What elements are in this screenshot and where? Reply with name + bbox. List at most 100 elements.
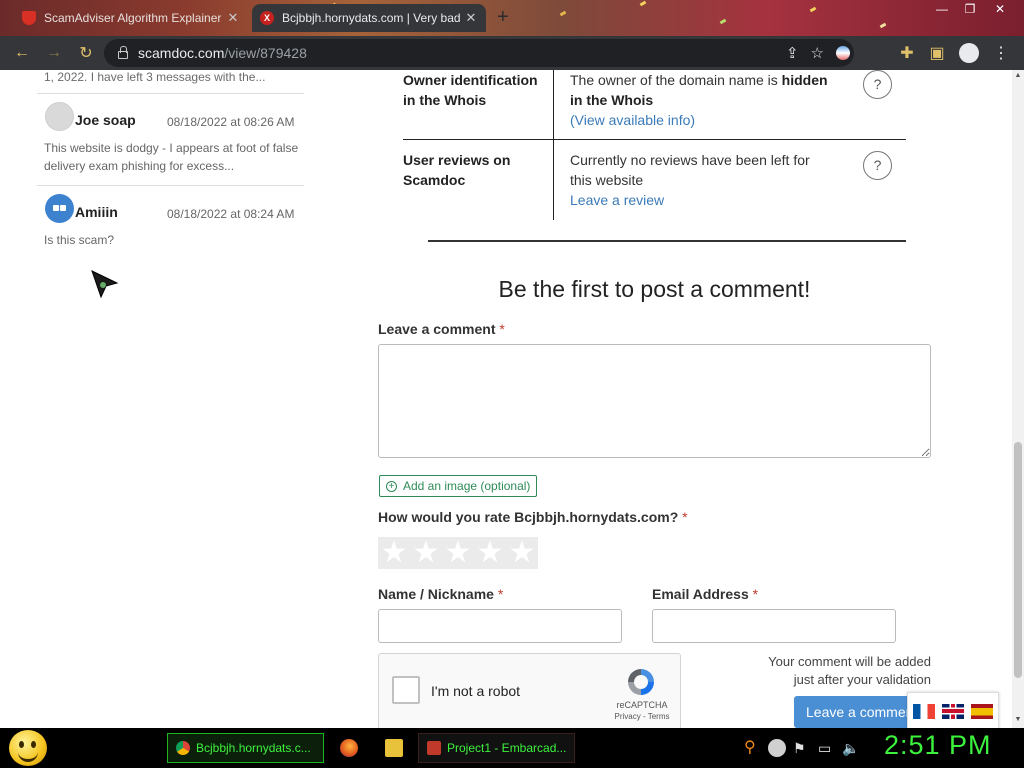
comment-author: Joe soap: [75, 112, 136, 128]
recaptcha-terms-link[interactable]: Privacy - Terms: [609, 712, 675, 721]
kebab-menu-icon[interactable]: ⋮: [986, 36, 1016, 70]
url-path: /view/879428: [224, 45, 307, 61]
robot-avatar-icon: [45, 194, 74, 223]
scrollbar-thumb[interactable]: [1014, 442, 1022, 678]
name-label-text: Name / Nickname: [378, 586, 494, 602]
default-avatar-icon: [45, 102, 74, 131]
back-arrow-icon[interactable]: ←: [6, 37, 38, 69]
email-input[interactable]: [652, 609, 896, 643]
star-icon[interactable]: ★: [413, 538, 440, 568]
recaptcha-widget: I'm not a robot reCAPTCHA Privacy - Term…: [378, 653, 681, 728]
star-icon[interactable]: ★: [509, 538, 536, 568]
comment-author: Amiiin: [75, 204, 118, 220]
tab-scamdoc[interactable]: X Bcjbbjh.hornydats.com | Very bad ✕: [252, 4, 486, 32]
extensions-puzzle-icon[interactable]: ✚: [892, 36, 922, 70]
divider: [37, 185, 304, 186]
row-label: User reviews on Scamdoc: [403, 152, 511, 188]
tab-title: ScamAdviser Algorithm Explainer: [44, 11, 222, 25]
recaptcha-logo-icon: [628, 669, 654, 695]
system-clock[interactable]: 2:51 PM: [884, 730, 992, 761]
email-label: Email Address *: [652, 586, 758, 602]
comment-textarea[interactable]: [378, 344, 931, 458]
reload-icon[interactable]: ↻: [70, 37, 102, 69]
row-value: Currently no reviews have been left for …: [570, 150, 835, 210]
display-icon[interactable]: ▭: [818, 739, 836, 757]
volume-icon[interactable]: 🔈: [842, 739, 860, 757]
page-scrollbar[interactable]: ▲ ▼: [1012, 70, 1024, 728]
help-question-icon[interactable]: ?: [863, 70, 892, 99]
comment-label-text: Leave a comment: [378, 321, 496, 337]
help-question-icon[interactable]: ?: [863, 151, 892, 180]
file-manager-icon[interactable]: [385, 739, 403, 757]
search-icon[interactable]: ⚲: [744, 739, 762, 757]
tab-strip: ScamAdviser Algorithm Explainer ✕ X Bcjb…: [0, 0, 1024, 36]
share-icon[interactable]: ⇪: [786, 44, 799, 62]
validation-note-line: Your comment will be added: [768, 654, 931, 669]
validation-note-line: just after your validation: [793, 672, 931, 687]
network-flag-icon[interactable]: ⚑: [793, 739, 811, 757]
messenger-icon[interactable]: [768, 739, 786, 757]
tab-title: Bcjbbjh.hornydats.com | Very bad: [282, 11, 461, 25]
firefox-icon[interactable]: [340, 739, 358, 757]
browser-toolbar: ← → ↻ scamdoc.com/view/879428 ⇪ ☆ ✚ ▣ ⋮: [0, 36, 1024, 70]
shield-icon: [22, 11, 36, 25]
required-mark: *: [499, 321, 505, 337]
comment-text: Is this scam?: [44, 233, 115, 247]
star-icon[interactable]: ★: [445, 538, 472, 568]
chrome-icon: [176, 741, 190, 755]
rating-label: How would you rate Bcjbbjh.hornydats.com…: [378, 509, 688, 525]
star-icon[interactable]: ★: [381, 538, 408, 568]
row-value: The owner of the domain name is hidden i…: [570, 70, 835, 130]
recaptcha-brand: reCAPTCHA: [616, 700, 668, 710]
bookmark-star-icon[interactable]: ☆: [811, 44, 824, 62]
delphi-project-icon: [427, 741, 441, 755]
fr-flag-icon[interactable]: [913, 703, 936, 719]
required-mark: *: [752, 586, 759, 602]
row-value-text: The owner of the domain name is: [570, 72, 782, 88]
table-divider: [553, 140, 554, 220]
start-smiley-icon[interactable]: [9, 730, 47, 766]
url-host: scamdoc.com: [138, 45, 225, 61]
language-switcher: [907, 692, 999, 728]
name-input[interactable]: [378, 609, 622, 643]
star-icon[interactable]: ★: [477, 538, 504, 568]
task-label: Project1 - Embarcad...: [447, 741, 567, 755]
forward-arrow-icon[interactable]: →: [38, 37, 70, 69]
minimize-icon[interactable]: —: [928, 0, 956, 18]
lock-icon[interactable]: [118, 46, 128, 59]
es-flag-icon[interactable]: [970, 703, 993, 719]
address-bar[interactable]: scamdoc.com/view/879428 ⇪ ☆: [104, 39, 854, 67]
page-content: 1, 2022. I have left 3 messages with the…: [0, 70, 1012, 728]
scroll-down-icon[interactable]: ▼: [1014, 716, 1022, 723]
rating-label-text: How would you rate Bcjbbjh.hornydats.com…: [378, 509, 679, 525]
comment-date: 08/18/2022 at 08:26 AM: [167, 115, 295, 129]
plus-circle-icon: +: [386, 480, 397, 492]
required-mark: *: [497, 586, 504, 602]
taskbar-chrome-task[interactable]: Bcjbbjh.hornydats.c...: [167, 733, 324, 763]
view-available-info-link[interactable]: (View available info): [570, 112, 695, 128]
close-icon[interactable]: ✕: [226, 10, 240, 26]
comment-form-heading: Be the first to post a comment!: [498, 276, 811, 302]
side-panel-icon[interactable]: ▣: [922, 36, 952, 70]
table-divider: [553, 70, 554, 139]
vpn-extension-icon[interactable]: [836, 46, 850, 60]
validation-note: Your comment will be added just after yo…: [720, 653, 931, 689]
close-icon[interactable]: ✕: [464, 10, 478, 26]
scroll-up-icon[interactable]: ▲: [1014, 72, 1022, 79]
uk-flag-icon[interactable]: [941, 703, 964, 719]
leave-a-review-link[interactable]: Leave a review: [570, 192, 664, 208]
add-image-button[interactable]: + Add an image (optional): [379, 475, 538, 497]
taskbar-embarcadero-task[interactable]: Project1 - Embarcad...: [418, 733, 575, 763]
divider: [37, 93, 304, 94]
tab-scamadviser[interactable]: ScamAdviser Algorithm Explainer ✕: [14, 4, 248, 32]
maximize-icon[interactable]: ❐: [956, 0, 984, 18]
recaptcha-checkbox[interactable]: [392, 676, 420, 704]
profile-avatar-icon[interactable]: [954, 36, 984, 70]
comment-label: Leave a comment *: [378, 321, 505, 337]
window-close-icon[interactable]: ✕: [986, 0, 1014, 18]
section-divider: [428, 240, 906, 242]
new-tab-button[interactable]: +: [497, 6, 509, 29]
add-image-label: Add an image (optional): [403, 479, 531, 493]
comment-date: 08/18/2022 at 08:24 AM: [167, 207, 295, 221]
taskbar: Bcjbbjh.hornydats.c... Project1 - Embarc…: [0, 728, 1024, 768]
